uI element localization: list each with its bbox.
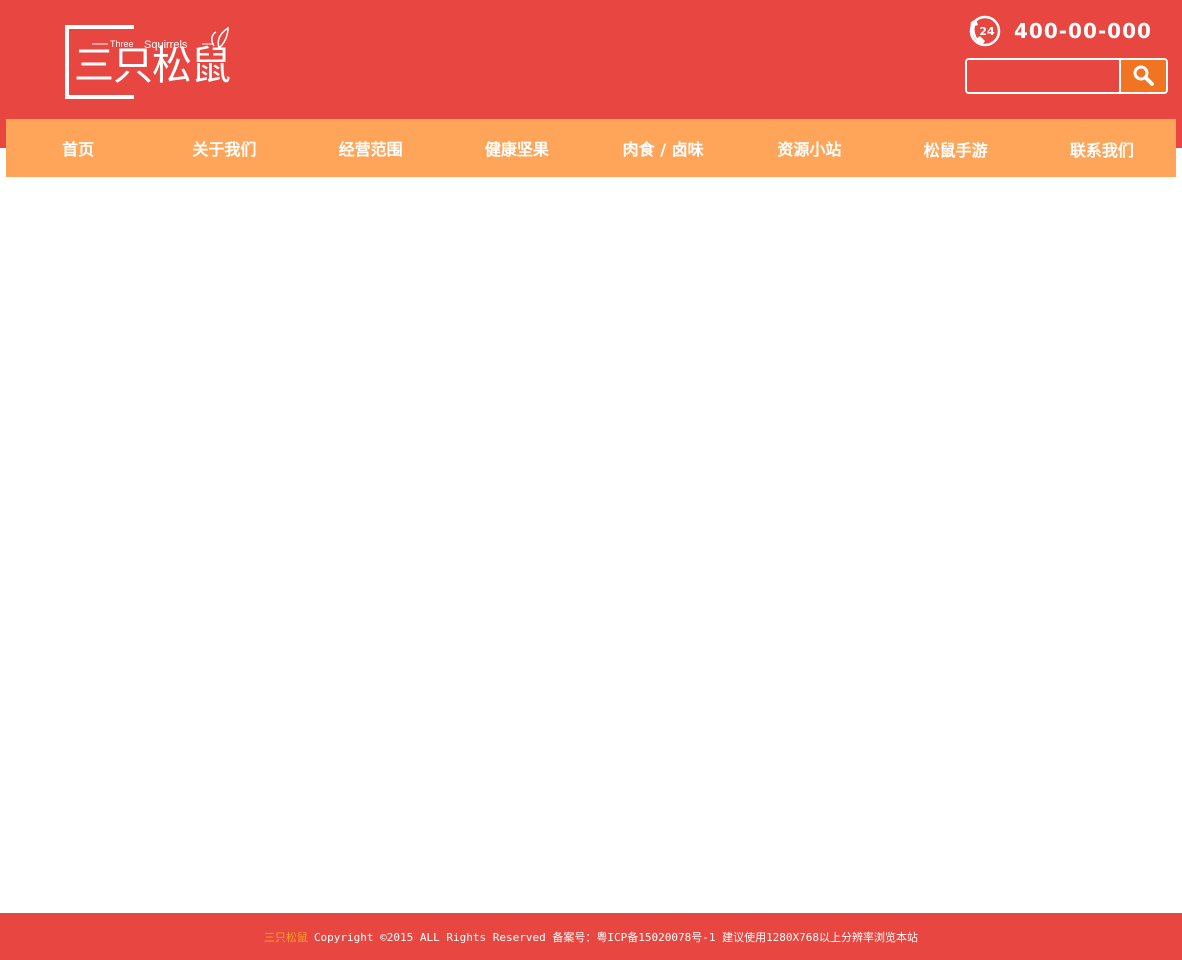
logo-cn-text: 三只松鼠	[74, 43, 231, 89]
phone-badge-text: 24	[979, 25, 995, 38]
phone-24h-icon: 24	[969, 15, 1001, 47]
search-button[interactable]	[1119, 60, 1166, 92]
footer: 三只松鼠 Copyright ©2015 ALL Rights Reserved…	[0, 913, 1182, 960]
phone-number: 400-00-000	[1014, 19, 1152, 43]
nav-item-resources[interactable]: 资源小站	[737, 119, 883, 177]
footer-copyright: Copyright ©2015 ALL Rights Reserved 备案号：…	[313, 930, 919, 944]
nav-item-contact[interactable]: 联系我们	[1030, 119, 1176, 177]
phone-hotline: 24 400-00-000	[968, 14, 1152, 48]
footer-brand[interactable]: 三只松鼠	[264, 929, 308, 945]
nav-item-mobile-games[interactable]: 松鼠手游	[884, 119, 1030, 177]
main-nav: 首页 关于我们 经营范围 健康坚果 肉食 / 卤味 资源小站 松鼠手游 联系我们	[6, 119, 1176, 177]
nav-item-healthy-nuts[interactable]: 健康坚果	[445, 119, 591, 177]
logo[interactable]: Three Squirrels 三只松鼠	[64, 24, 236, 100]
search-box	[965, 58, 1168, 94]
search-icon	[1133, 65, 1154, 86]
nav-item-home[interactable]: 首页	[6, 119, 152, 177]
search-input[interactable]	[967, 60, 1119, 92]
nav-item-business-scope[interactable]: 经营范围	[299, 119, 445, 177]
nav-item-meat-braised[interactable]: 肉食 / 卤味	[591, 119, 737, 177]
nav-item-about[interactable]: 关于我们	[152, 119, 298, 177]
page: Three Squirrels 三只松鼠 24 400-00-000 首页 关于…	[0, 0, 1182, 960]
